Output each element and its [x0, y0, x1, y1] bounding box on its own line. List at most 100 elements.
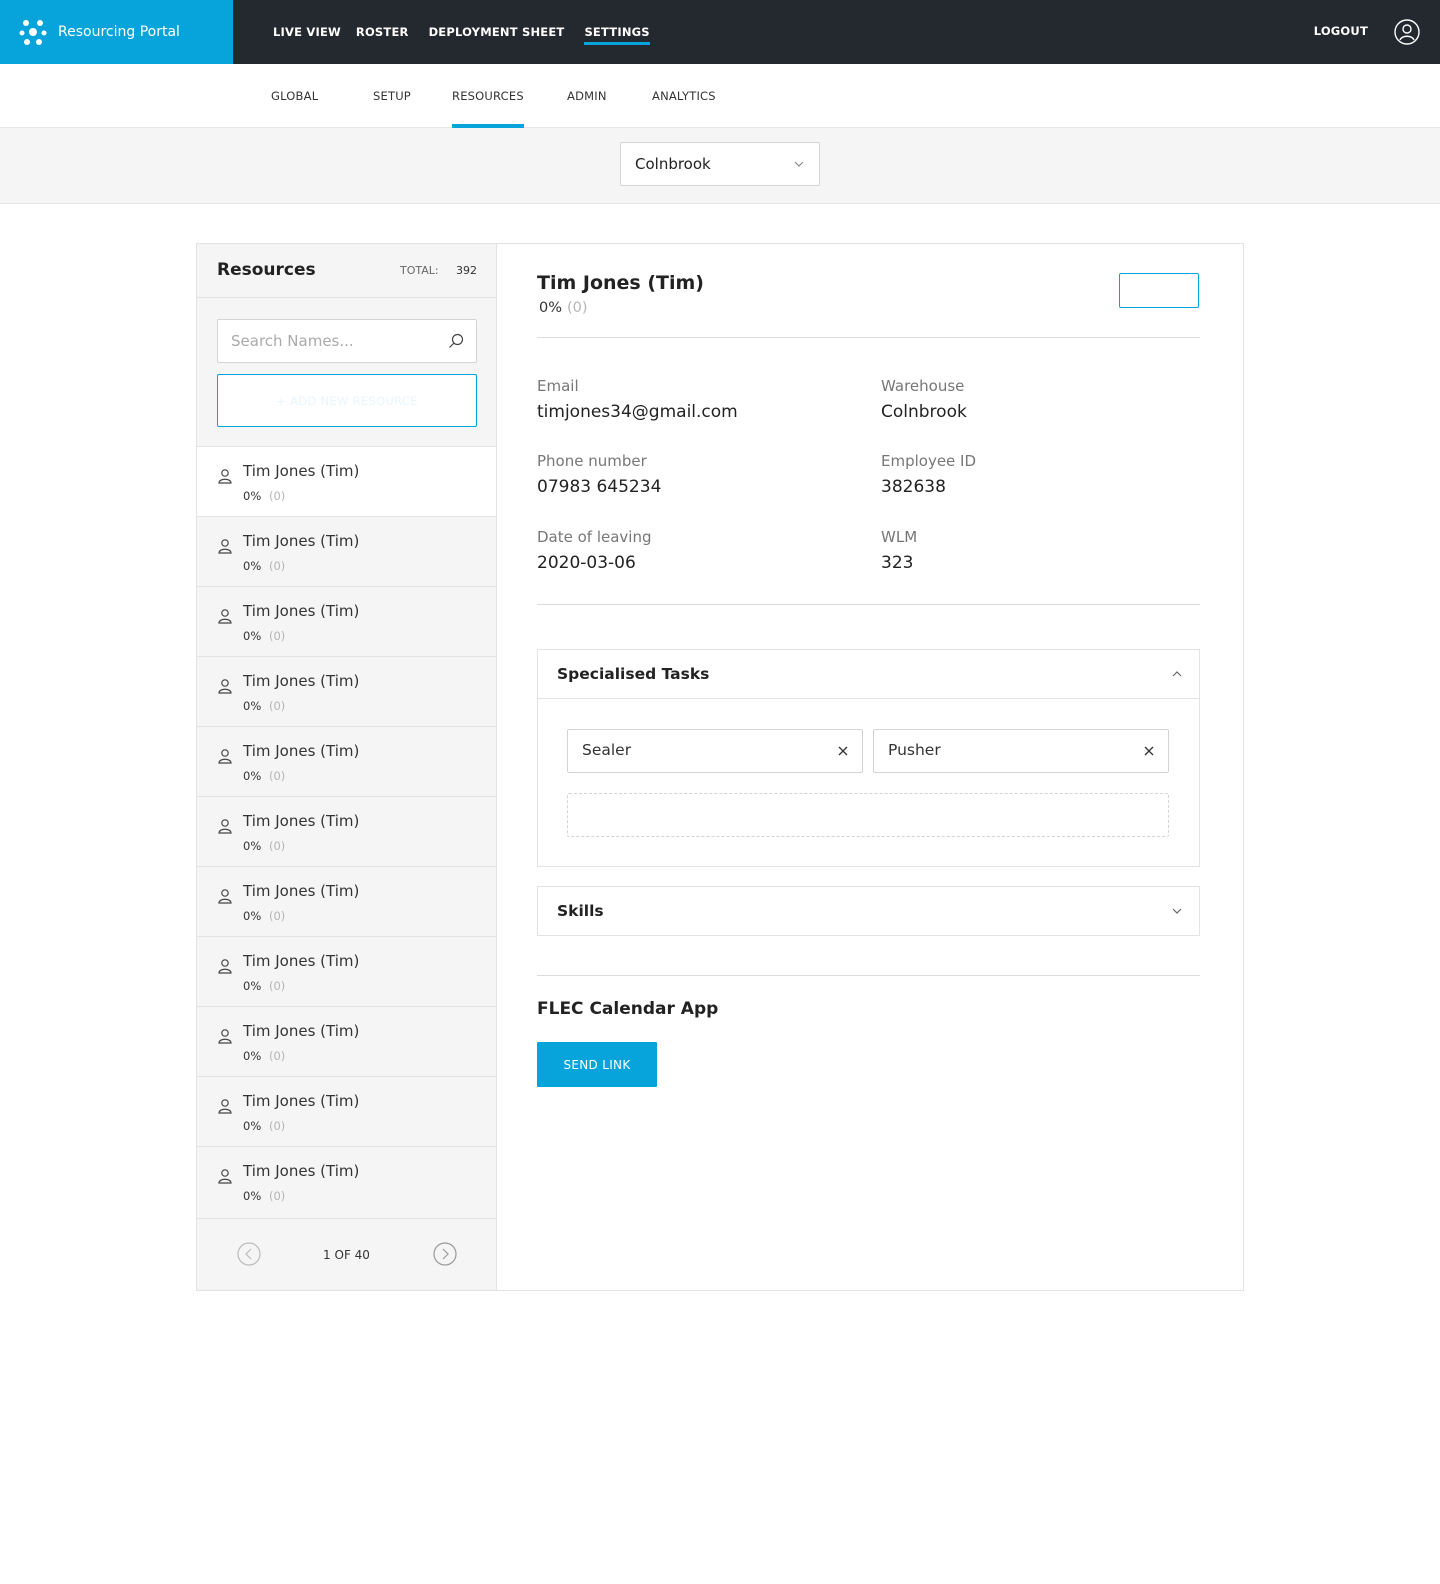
flec-calendar-title: FLEC Calendar App — [537, 999, 719, 1019]
resource-name: Tim Jones (Tim) — [243, 1092, 360, 1110]
resource-percentage: 0% — [243, 629, 262, 643]
task-tag-label: Pusher — [888, 741, 941, 759]
resources-panel: Resources TOTAL: 392 + ADD NEW RESOURCE … — [197, 244, 497, 1290]
person-icon — [218, 1099, 232, 1114]
add-new-resource-button[interactable]: + ADD NEW RESOURCE — [217, 374, 477, 427]
send-link-button[interactable]: SEND LINK — [537, 1042, 657, 1087]
person-icon — [218, 749, 232, 764]
resource-list-item[interactable]: Tim Jones (Tim) 0% (0) — [197, 936, 496, 1006]
topnav-deployment-sheet[interactable]: DEPLOYMENT SHEET — [429, 19, 565, 45]
warehouse-select[interactable]: Colnbrook — [620, 142, 820, 186]
warehouse-strip: Colnbrook — [0, 128, 1440, 204]
resource-count: (0) — [269, 1189, 286, 1203]
topnav-settings[interactable]: SETTINGS — [584, 19, 651, 45]
close-icon[interactable] — [838, 746, 848, 756]
detail-percentage: 0% — [539, 300, 563, 316]
edit-button[interactable] — [1119, 273, 1199, 308]
person-icon — [218, 609, 232, 624]
specialised-tasks-header[interactable]: Specialised Tasks — [538, 650, 1199, 698]
logout-link[interactable]: LOGOUT — [1314, 24, 1368, 38]
brand[interactable]: Resourcing Portal — [0, 0, 233, 64]
warehouse-label: Warehouse — [881, 377, 965, 395]
resource-name: Tim Jones (Tim) — [243, 672, 360, 690]
resource-list-item[interactable]: Tim Jones (Tim) 0% (0) — [197, 516, 496, 586]
top-nav: LIVE VIEW ROSTER DEPLOYMENT SHEET SETTIN… — [273, 0, 665, 64]
resource-count: (0) — [269, 1049, 286, 1063]
resource-list-item[interactable]: Tim Jones (Tim) 0% (0) — [197, 726, 496, 796]
user-account-icon[interactable] — [1394, 19, 1420, 45]
resource-name: Tim Jones (Tim) — [243, 742, 360, 760]
resource-list-item[interactable]: Tim Jones (Tim) 0% (0) — [197, 1146, 496, 1216]
resource-count: (0) — [269, 909, 286, 923]
task-drop-zone[interactable] — [567, 793, 1169, 837]
total-label: TOTAL: — [400, 264, 439, 277]
resources-title: Resources — [217, 260, 316, 280]
resource-count: (0) — [269, 979, 286, 993]
tab-resources[interactable]: RESOURCES — [452, 64, 524, 128]
resource-count: (0) — [269, 489, 286, 503]
resource-count: (0) — [269, 769, 286, 783]
person-icon — [218, 889, 232, 904]
search-input[interactable] — [218, 320, 438, 362]
resources-header: Resources TOTAL: 392 — [197, 244, 496, 298]
chevron-down-icon[interactable] — [1171, 905, 1183, 917]
email-value: timjones34@gmail.com — [537, 402, 738, 422]
person-icon — [218, 819, 232, 834]
divider — [537, 604, 1200, 605]
divider — [537, 975, 1200, 976]
tab-analytics[interactable]: ANALYTICS — [652, 64, 716, 128]
resource-list-item[interactable]: Tim Jones (Tim) 0% (0) — [197, 1076, 496, 1146]
resource-percentage: 0% — [243, 1189, 262, 1203]
phone-value: 07983 645234 — [537, 477, 662, 497]
warehouse-select-value: Colnbrook — [635, 155, 711, 173]
resources-card: Resources TOTAL: 392 + ADD NEW RESOURCE … — [196, 243, 1244, 1291]
warehouse-value: Colnbrook — [881, 402, 967, 422]
wlm-value: 323 — [881, 553, 914, 573]
resource-count: (0) — [269, 559, 286, 573]
resource-name: Tim Jones (Tim) — [243, 1162, 360, 1180]
resource-list-item[interactable]: Tim Jones (Tim) 0% (0) — [197, 1006, 496, 1076]
brand-logo-icon — [19, 20, 47, 45]
search-icon[interactable] — [448, 333, 464, 349]
divider — [537, 337, 1200, 338]
resource-list-item[interactable]: Tim Jones (Tim) 0% (0) — [197, 796, 496, 866]
topnav-roster[interactable]: ROSTER — [356, 19, 409, 45]
resource-list-item[interactable]: Tim Jones (Tim) 0% (0) — [197, 446, 496, 516]
resource-percentage: 0% — [243, 699, 262, 713]
resource-list-item[interactable]: Tim Jones (Tim) 0% (0) — [197, 656, 496, 726]
tab-admin[interactable]: ADMIN — [567, 64, 607, 128]
detail-name: Tim Jones (Tim) — [537, 272, 704, 294]
pagination: 1 OF 40 — [197, 1218, 496, 1290]
person-icon — [218, 1169, 232, 1184]
tab-global[interactable]: GLOBAL — [271, 64, 318, 128]
resources-list: Tim Jones (Tim) 0% (0) Tim Jones (Tim) 0% (0)… — [197, 446, 496, 1216]
search-box — [217, 319, 477, 363]
resource-percentage: 0% — [243, 979, 262, 993]
resource-list-item[interactable]: Tim Jones (Tim) 0% (0) — [197, 586, 496, 656]
resource-percentage: 0% — [243, 1119, 262, 1133]
resource-name: Tim Jones (Tim) — [243, 1022, 360, 1040]
resource-detail: Tim Jones (Tim) 0% (0) Email timjones34@… — [497, 244, 1243, 1290]
chevron-right-icon[interactable] — [433, 1242, 457, 1266]
wlm-label: WLM — [881, 528, 918, 546]
close-icon[interactable] — [1144, 746, 1154, 756]
chevron-down-icon — [794, 161, 804, 167]
skills-header[interactable]: Skills — [538, 887, 1199, 935]
resource-percentage: 0% — [243, 489, 262, 503]
topnav-live-view[interactable]: LIVE VIEW — [273, 19, 341, 45]
specialised-tasks-accordion: Specialised Tasks Sealer Pusher — [537, 649, 1200, 867]
person-icon — [218, 539, 232, 554]
resource-name: Tim Jones (Tim) — [243, 532, 360, 550]
person-icon — [218, 1029, 232, 1044]
chevron-up-icon[interactable] — [1171, 668, 1183, 680]
resource-name: Tim Jones (Tim) — [243, 462, 360, 480]
date-of-leaving-value: 2020-03-06 — [537, 553, 636, 573]
tab-setup[interactable]: SETUP — [373, 64, 411, 128]
date-of-leaving-label: Date of leaving — [537, 528, 652, 546]
resource-count: (0) — [269, 839, 286, 853]
resource-list-item[interactable]: Tim Jones (Tim) 0% (0) — [197, 866, 496, 936]
resource-name: Tim Jones (Tim) — [243, 882, 360, 900]
person-icon — [218, 679, 232, 694]
phone-label: Phone number — [537, 452, 647, 470]
resource-name: Tim Jones (Tim) — [243, 952, 360, 970]
